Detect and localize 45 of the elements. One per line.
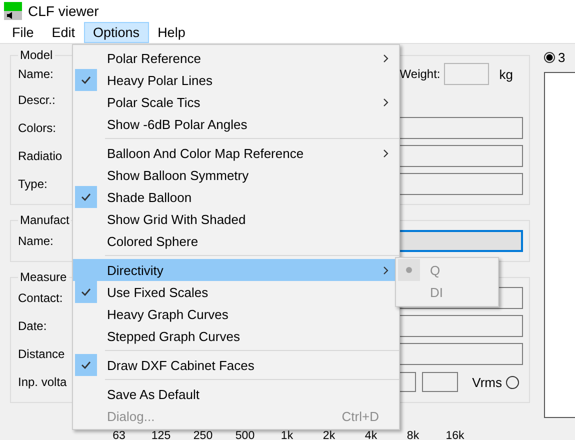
axis-label: 1k xyxy=(280,431,294,440)
group-title: Model xyxy=(19,48,54,62)
menu-item[interactable]: Balloon And Color Map Reference xyxy=(73,142,399,164)
axis-label: 2k xyxy=(322,431,336,440)
menu-item[interactable]: Show Balloon Symmetry xyxy=(73,164,399,186)
field-label: Name: xyxy=(18,67,54,81)
field-label: Name: xyxy=(18,234,54,248)
field-label: Date: xyxy=(18,319,48,333)
field-label: Contact: xyxy=(18,291,64,305)
menu-item[interactable]: Heavy Graph Curves xyxy=(73,303,399,325)
field-label: Radiatio xyxy=(18,149,64,163)
menu-item[interactable]: Show Grid With Shaded xyxy=(73,208,399,230)
axis-label: 4k xyxy=(364,431,378,440)
menu-item[interactable]: Help xyxy=(148,22,194,43)
field-label: Weight: xyxy=(400,67,440,81)
unit-label: kg xyxy=(499,66,513,82)
radio-label: 3 xyxy=(558,50,566,64)
menu-item[interactable]: Options xyxy=(84,22,149,43)
menu-item[interactable]: Polar Scale Tics xyxy=(73,91,399,113)
menu-item[interactable]: File xyxy=(3,22,43,43)
field-label: Descr.: xyxy=(18,93,56,107)
menu-item[interactable]: Use Fixed Scales xyxy=(73,281,399,303)
menu-item[interactable]: Colored Sphere xyxy=(73,230,399,252)
menu-item[interactable]: Polar Reference xyxy=(73,47,399,69)
menu-item[interactable]: Edit xyxy=(42,22,84,43)
axis-label: 16k xyxy=(444,431,466,440)
axis-label: 8k xyxy=(406,431,420,440)
field-label: Colors: xyxy=(18,121,58,135)
axis-label: 63 xyxy=(112,431,126,440)
axis-label: 500 xyxy=(234,431,256,440)
menu-item[interactable]: Heavy Polar Lines xyxy=(73,69,399,91)
menu-item[interactable]: Shade Balloon xyxy=(73,186,399,208)
menu-item[interactable]: Draw DXF Cabinet Faces xyxy=(73,354,399,376)
group-title: Measure xyxy=(19,270,68,284)
group-title: Manufact xyxy=(19,213,70,227)
field-label: Inp. volta xyxy=(18,375,68,389)
field-label: Type: xyxy=(18,177,48,191)
menu-item[interactable]: Stepped Graph Curves xyxy=(73,325,399,347)
field-label: Distance xyxy=(18,347,66,361)
menu-item[interactable]: Save As Default xyxy=(73,383,399,405)
axis-label: 250 xyxy=(192,431,214,440)
unit-label: Vrms xyxy=(472,374,502,390)
menu-item[interactable]: Show -6dB Polar Angles xyxy=(73,113,399,135)
window-title: CLF viewer xyxy=(28,3,99,19)
axis-label: 125 xyxy=(150,431,172,440)
